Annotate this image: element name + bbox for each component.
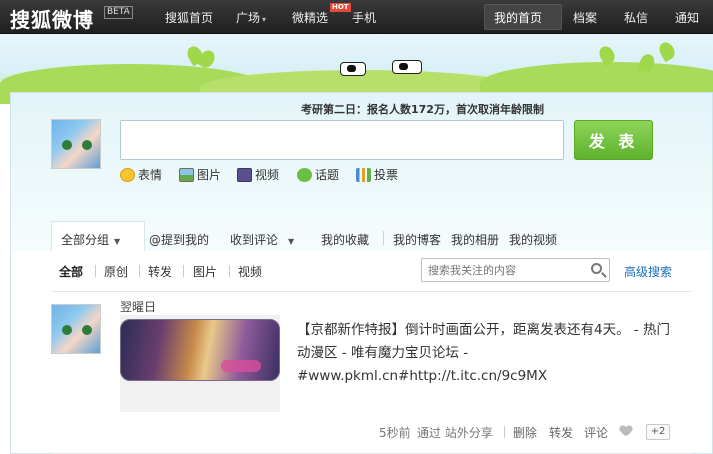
feed-divider <box>51 291 691 292</box>
emoji-tool[interactable]: 表情 <box>120 166 162 183</box>
nav-mobile[interactable]: 手机 <box>352 9 376 26</box>
search-icon[interactable] <box>591 263 602 274</box>
site-logo[interactable]: 搜狐微博 <box>10 4 94 33</box>
tab-mentions[interactable]: @提到我的 <box>149 231 209 248</box>
publish-button[interactable]: 发 表 <box>574 120 653 160</box>
search-input[interactable] <box>421 258 610 282</box>
filter-repost[interactable]: 转发 <box>148 263 172 280</box>
tab-album[interactable]: 我的相册 <box>451 231 499 248</box>
delete-button[interactable]: 删除 <box>513 424 537 441</box>
avatar[interactable] <box>51 119 101 169</box>
hot-badge: HOT <box>330 3 351 12</box>
top-nav-bar: 搜狐微博 BETA 搜狐首页 广场 ▾ 微精选 HOT 手机 我的首页 档案 私信… <box>0 0 713 34</box>
emoji-tool-label: 表情 <box>138 168 163 182</box>
video-tool-label: 视频 <box>255 168 280 182</box>
header-scenery <box>0 34 713 106</box>
vote-icon <box>356 167 371 182</box>
nav-profile[interactable]: 档案 <box>573 9 597 26</box>
feed-source[interactable]: 通过 站外分享 <box>417 424 493 441</box>
filter-divider <box>183 265 184 277</box>
feed-image[interactable] <box>120 319 280 381</box>
filter-pictures[interactable]: 图片 <box>193 263 217 280</box>
feed-avatar[interactable] <box>51 304 101 354</box>
chevron-down-icon: ▾ <box>262 15 267 24</box>
tab-all-groups[interactable]: 全部分组 ▼ <box>61 231 120 248</box>
topic-tool[interactable]: 话题 <box>297 166 339 183</box>
feed-author[interactable]: 翌曜日 <box>120 298 156 315</box>
filter-original[interactable]: 原创 <box>104 263 128 280</box>
smile-icon <box>120 167 135 182</box>
topic-tool-label: 话题 <box>315 168 340 182</box>
vote-tool-label: 投票 <box>374 168 399 182</box>
picture-tool-label: 图片 <box>197 168 222 182</box>
video-icon <box>237 167 252 182</box>
tab-blog[interactable]: 我的博客 <box>393 231 441 248</box>
nav-messages[interactable]: 私信 <box>624 9 648 26</box>
filter-videos[interactable]: 视频 <box>238 263 262 280</box>
beta-badge: BETA <box>104 6 133 19</box>
filter-divider <box>139 265 140 277</box>
heart-icon[interactable] <box>620 426 632 437</box>
plus-count-badge[interactable]: +2 <box>646 424 670 440</box>
feed-text: 【京都新作特报】倒计时画面公开，距离发表还有4天。 - 热门动漫区 - 唯有魔力… <box>297 322 671 384</box>
nav-sohu-home[interactable]: 搜狐首页 <box>165 9 213 26</box>
chevron-down-icon: ▼ <box>114 237 121 246</box>
tab-divider <box>383 231 384 245</box>
main-panel: 考研第二日：报名人数172万，首次取消年龄限制 发 表 表情 图片 视频 话题 … <box>10 92 713 454</box>
cow-icon <box>392 60 422 74</box>
headline-news[interactable]: 考研第二日：报名人数172万，首次取消年龄限制 <box>301 101 544 117</box>
nav-square[interactable]: 广场 ▾ <box>236 9 266 26</box>
video-tool[interactable]: 视频 <box>237 166 279 183</box>
filter-divider <box>229 265 230 277</box>
feed-time[interactable]: 5秒前 <box>379 424 411 441</box>
post-input[interactable] <box>120 120 564 160</box>
nav-square-label: 广场 <box>236 11 261 25</box>
advanced-search-link[interactable]: 高级搜索 <box>624 263 672 280</box>
feed-thumbnail-frame <box>120 315 280 412</box>
tab-comments[interactable]: 收到评论 ▼ <box>230 231 294 248</box>
topic-icon <box>297 167 312 182</box>
tab-all-groups-label: 全部分组 <box>61 233 110 247</box>
filter-all[interactable]: 全部 <box>59 263 83 280</box>
tab-favorites[interactable]: 我的收藏 <box>321 231 369 248</box>
picture-icon <box>179 167 194 182</box>
nav-featured[interactable]: 微精选 <box>292 9 328 26</box>
tab-comments-label: 收到评论 <box>230 233 279 247</box>
leaf-icon <box>656 39 678 63</box>
repost-button[interactable]: 转发 <box>549 424 573 441</box>
vote-tool[interactable]: 投票 <box>356 166 398 183</box>
comment-button[interactable]: 评论 <box>584 424 608 441</box>
cow-icon <box>340 62 366 76</box>
chevron-down-icon: ▼ <box>288 237 295 246</box>
filter-divider <box>95 265 96 277</box>
nav-my-home[interactable]: 我的首页 <box>494 9 542 26</box>
nav-notifications[interactable]: 通知 <box>675 9 699 26</box>
tab-videos[interactable]: 我的视频 <box>509 231 557 248</box>
meta-divider <box>504 426 505 438</box>
picture-tool[interactable]: 图片 <box>179 166 221 183</box>
